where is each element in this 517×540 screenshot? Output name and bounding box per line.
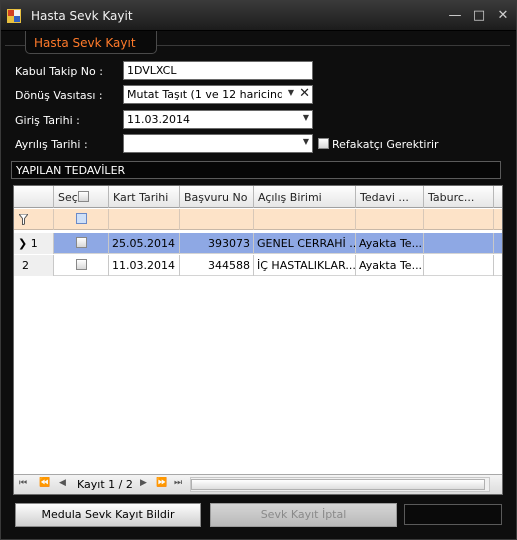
next-page-icon[interactable]: ⏩ (156, 478, 167, 488)
grid-header: Seç Kart Tarihi Başvuru No Açılış Birimi… (14, 186, 502, 208)
medula-sevk-button[interactable]: Medula Sevk Kayıt Bildir (15, 503, 201, 527)
record-navigator: ⏮ ⏪ ◀ Kayıt 1 / 2 ▶ ⏩ ⏭ (14, 474, 502, 494)
ayrilis-tarihi-label: Ayrılış Tarihi : (15, 138, 88, 151)
col-tedavi[interactable]: Tedavi ... (356, 186, 424, 208)
refakatci-label: Refakatçı Gerektirir (332, 138, 439, 151)
filter-taburcu[interactable] (424, 209, 494, 230)
cell-kart-tarihi[interactable]: 25.05.2014 (109, 233, 180, 254)
group-title: Hasta Sevk Kayıt (34, 36, 136, 50)
clear-icon[interactable]: ✕ (299, 86, 310, 101)
cell-tedavi[interactable]: Ayakta Te... (356, 255, 424, 276)
table-row[interactable]: ❯ 1 25.05.2014 393073 GENEL CERRAHİ ... … (14, 233, 502, 254)
cell-acilis-birimi[interactable]: İÇ HASTALIKLAR... (254, 255, 356, 276)
kabul-takip-input[interactable]: 1DVLXCL (123, 61, 313, 80)
first-page-icon[interactable]: ⏮ (19, 478, 27, 488)
col-sec[interactable]: Seç (54, 186, 109, 208)
prev-record-icon[interactable]: ◀ (59, 478, 66, 488)
giris-tarihi-datepicker[interactable]: 11.03.2014 ▼ (123, 110, 313, 129)
cell-acilis-birimi[interactable]: GENEL CERRAHİ ... (254, 233, 356, 254)
cell-taburcu[interactable] (424, 255, 494, 276)
col-rowheader (14, 186, 54, 208)
filter-row[interactable] (14, 209, 502, 230)
chevron-down-icon[interactable]: ▼ (288, 88, 294, 97)
scrollbar-thumb[interactable] (191, 479, 485, 490)
cell-kart-tarihi[interactable]: 11.03.2014 (109, 255, 180, 276)
title-bar[interactable]: Hasta Sevk Kayit — □ ✕ (1, 1, 516, 31)
cell-taburcu[interactable] (424, 233, 494, 254)
app-icon (7, 9, 21, 23)
filter-sec[interactable] (54, 209, 109, 230)
cell-sec[interactable] (54, 255, 109, 276)
group-header: Hasta Sevk Kayıt (25, 31, 157, 54)
cell-basvuru-no[interactable]: 393073 (180, 233, 254, 254)
treatments-grid[interactable]: Seç Kart Tarihi Başvuru No Açılış Birimi… (13, 185, 503, 495)
sevk-iptal-button[interactable]: Sevk Kayıt İptal (210, 503, 397, 527)
cell-tedavi[interactable]: Ayakta Te... (356, 233, 424, 254)
col-basvuru-no[interactable]: Başvuru No (180, 186, 254, 208)
refakatci-checkbox[interactable] (318, 138, 329, 149)
ayrilis-tarihi-datepicker[interactable]: ▼ (123, 134, 313, 153)
filter-tedavi[interactable] (356, 209, 424, 230)
section-title: YAPILAN TEDAVİLER (16, 164, 126, 177)
filter-icon (19, 214, 28, 225)
chevron-down-icon[interactable]: ▼ (303, 137, 309, 146)
next-record-icon[interactable]: ▶ (140, 478, 147, 488)
row-header[interactable]: ❯ 1 (14, 233, 54, 254)
window-title: Hasta Sevk Kayit (31, 9, 133, 23)
maximize-button[interactable]: □ (469, 7, 489, 25)
donus-vasitasi-select[interactable]: Mutat Taşıt (1 ve 12 haricind… ▼ ✕ (123, 85, 313, 104)
select-all-checkbox[interactable] (78, 191, 89, 202)
giris-tarihi-label: Giriş Tarihi : (15, 114, 80, 127)
minimize-button[interactable]: — (445, 7, 465, 25)
filter-kart-tarihi[interactable] (109, 209, 180, 230)
filter-row-header (14, 209, 54, 230)
donus-vasitasi-label: Dönüş Vasıtası : (15, 89, 103, 102)
donus-vasitasi-value: Mutat Taşıt (1 ve 12 haricind… (127, 88, 282, 101)
col-taburcu[interactable]: Taburc... (424, 186, 494, 208)
status-panel (404, 504, 502, 525)
col-kart-tarihi[interactable]: Kart Tarihi (109, 186, 180, 208)
last-page-icon[interactable]: ⏭ (174, 478, 182, 488)
row-checkbox[interactable] (76, 237, 87, 248)
section-header: YAPILAN TEDAVİLER (11, 161, 501, 179)
prev-page-icon[interactable]: ⏪ (39, 478, 50, 488)
table-row[interactable]: 2 11.03.2014 344588 İÇ HASTALIKLAR... Ay… (14, 255, 502, 276)
col-acilis-birimi[interactable]: Açılış Birimi (254, 186, 356, 208)
close-button[interactable]: ✕ (493, 7, 513, 25)
main-window: Hasta Sevk Kayit — □ ✕ Hasta Sevk Kayıt … (0, 0, 517, 540)
filter-acilis-birimi[interactable] (254, 209, 356, 230)
kabul-takip-label: Kabul Takip No : (15, 65, 103, 78)
giris-tarihi-value: 11.03.2014 (127, 113, 190, 126)
filter-checkbox[interactable] (76, 213, 87, 224)
cell-basvuru-no[interactable]: 344588 (180, 255, 254, 276)
record-counter: Kayıt 1 / 2 (77, 478, 133, 491)
row-checkbox[interactable] (76, 259, 87, 270)
horizontal-scrollbar[interactable] (190, 477, 490, 492)
current-row-icon: ❯ (18, 237, 28, 250)
filter-basvuru-no[interactable] (180, 209, 254, 230)
cell-sec[interactable] (54, 233, 109, 254)
chevron-down-icon[interactable]: ▼ (303, 113, 309, 122)
row-header[interactable]: 2 (14, 255, 54, 276)
